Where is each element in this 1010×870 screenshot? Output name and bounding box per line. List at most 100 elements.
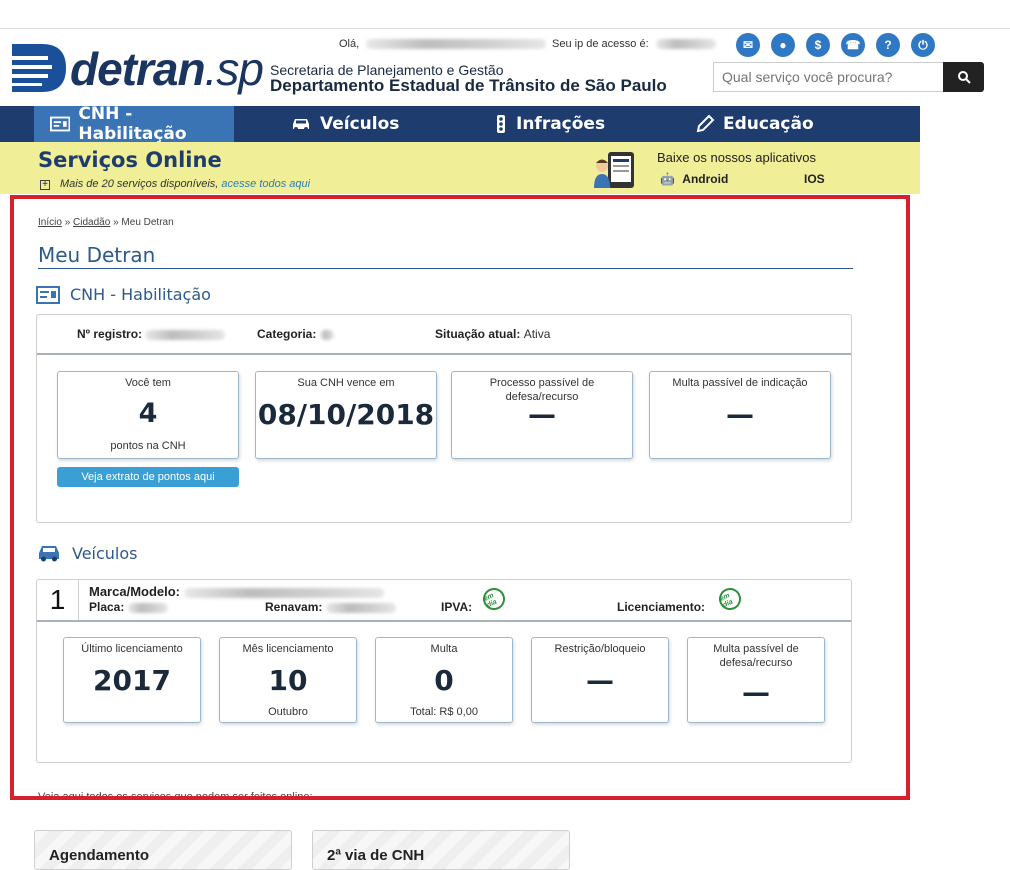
redacted-marca bbox=[183, 587, 384, 598]
header-icon-bar: ✉ ● $ ☎ ? ⏻ bbox=[736, 33, 935, 57]
envelope-icon[interactable]: ✉ bbox=[736, 33, 760, 57]
ultimo-licenciamento-card: Último licenciamento 2017 bbox=[63, 637, 201, 723]
coin-icon[interactable]: $ bbox=[806, 33, 830, 57]
services-footnote: Veja aqui todos os serviços que podem se… bbox=[38, 791, 313, 800]
car-icon bbox=[293, 119, 309, 131]
cnh-section-title: CNH - Habilitação bbox=[70, 285, 211, 304]
id-card-icon bbox=[50, 116, 71, 132]
veiculo-panel: 1 Marca/Modelo: Placa: Renavam: IPVA: em… bbox=[36, 579, 852, 763]
search-input[interactable] bbox=[713, 62, 943, 92]
restricao-card: Restrição/bloqueio — bbox=[531, 637, 669, 723]
search-icon bbox=[957, 71, 971, 84]
ultimo-licenciamento-value: 2017 bbox=[93, 664, 171, 697]
vencimento-caption: Sua CNH vence em bbox=[297, 377, 395, 389]
segunda-via-cnh-card[interactable]: 2ª via de CNH bbox=[312, 830, 570, 870]
restricao-caption: Restrição/bloqueio bbox=[554, 643, 646, 655]
pencil-icon bbox=[696, 114, 715, 133]
detran-logo[interactable]: detran.sp bbox=[8, 38, 264, 100]
tab-infracoes-label: Infrações bbox=[516, 114, 606, 134]
tab-cnh[interactable]: CNH - Habilitação bbox=[34, 104, 234, 144]
segunda-via-cnh-label: 2ª via de CNH bbox=[327, 847, 425, 864]
licenciamento-em-dia-badge: em dia bbox=[715, 584, 745, 614]
mes-licenciamento-value: 10 bbox=[268, 664, 308, 697]
power-icon[interactable]: ⏻ bbox=[911, 33, 935, 57]
multa-value: 0 bbox=[434, 664, 454, 697]
mes-licenciamento-footer: Outubro bbox=[268, 706, 308, 718]
tab-infracoes[interactable]: Infrações bbox=[494, 106, 605, 142]
processo-card: Processo passível de defesa/recurso — bbox=[451, 371, 633, 459]
categoria-field: Categoria: bbox=[257, 327, 334, 341]
licenciamento-field: Licenciamento: bbox=[617, 600, 706, 614]
greeting: Olá, bbox=[339, 38, 547, 50]
pontos-card: Você tem 4 pontos na CNH bbox=[57, 371, 239, 459]
ipva-em-dia-badge: em dia bbox=[479, 584, 509, 614]
phone-icon[interactable]: ☎ bbox=[841, 33, 865, 57]
top-divider bbox=[0, 28, 1010, 29]
multa-indicacao-value: — bbox=[726, 398, 754, 431]
redacted-placa bbox=[127, 602, 168, 613]
registro-field: Nº registro: bbox=[77, 327, 226, 341]
cnh-info-row: Nº registro: Categoria: Situação atual: … bbox=[37, 315, 851, 355]
detran-logo-mark-icon bbox=[8, 44, 66, 92]
multa-defesa-value: — bbox=[742, 676, 770, 709]
tab-educacao-label: Educação bbox=[723, 114, 814, 134]
tab-veiculos-label: Veículos bbox=[320, 114, 400, 134]
vencimento-value: 08/10/2018 bbox=[257, 398, 435, 431]
veiculos-section-title: Veículos bbox=[72, 543, 138, 563]
processo-value: — bbox=[528, 398, 556, 431]
extrato-pontos-button[interactable]: Veja extrato de pontos aqui bbox=[57, 467, 239, 487]
services-title: Serviços Online bbox=[38, 148, 222, 172]
renavam-field: Renavam: bbox=[265, 600, 396, 614]
placa-field: Placa: bbox=[89, 600, 168, 614]
mes-licenciamento-caption: Mês licenciamento bbox=[242, 643, 334, 655]
breadcrumb-cidadao[interactable]: Cidadão bbox=[73, 217, 110, 228]
veiculos-section-heading: Veículos bbox=[36, 543, 138, 563]
mes-licenciamento-card: Mês licenciamento 10 Outubro bbox=[219, 637, 357, 723]
ios-link[interactable]: IOS bbox=[800, 172, 825, 186]
breadcrumb-current: Meu Detran bbox=[121, 217, 174, 228]
main-nav: CNH - Habilitação Veículos Infrações Edu… bbox=[0, 104, 920, 144]
pontos-caption: Você tem bbox=[125, 377, 171, 389]
apps-title: Baixe os nossos aplicativos bbox=[657, 150, 816, 165]
agendamento-card[interactable]: Agendamento bbox=[34, 830, 292, 870]
multa-footer: Total: R$ 0,00 bbox=[410, 706, 478, 718]
redacted-ip bbox=[655, 39, 716, 50]
ipva-field: IPVA: bbox=[441, 600, 473, 614]
situacao-field: Situação atual: Ativa bbox=[435, 327, 551, 341]
pontos-value: 4 bbox=[138, 398, 158, 429]
meu-detran-panel: Início » Cidadão » Meu Detran Meu Detran… bbox=[10, 195, 910, 800]
cnh-panel: Nº registro: Categoria: Situação atual: … bbox=[36, 314, 852, 523]
redacted-renavam bbox=[325, 602, 396, 613]
services-band: Serviços Online + Mais de 20 serviços di… bbox=[0, 142, 920, 194]
logo-wordmark: detran.sp bbox=[70, 43, 264, 95]
page-title: Meu Detran bbox=[38, 243, 156, 267]
cnh-section-heading: CNH - Habilitação bbox=[36, 285, 211, 304]
tab-educacao[interactable]: Educação bbox=[695, 106, 814, 142]
car-icon bbox=[39, 546, 59, 562]
veiculo-info-row: 1 Marca/Modelo: Placa: Renavam: IPVA: em… bbox=[37, 580, 851, 622]
ultimo-licenciamento-caption: Último licenciamento bbox=[81, 643, 183, 655]
multa-defesa-caption: Multa passível de defesa/recurso bbox=[713, 643, 799, 669]
departamento-text: Departamento Estadual de Trânsito de São… bbox=[270, 76, 667, 95]
multa-indicacao-card: Multa passível de indicação — bbox=[649, 371, 831, 459]
search-button[interactable] bbox=[943, 62, 984, 92]
all-services-link[interactable]: acesse todos aqui bbox=[221, 178, 310, 190]
agendamento-label: Agendamento bbox=[49, 847, 150, 864]
multa-defesa-card: Multa passível de defesa/recurso — bbox=[687, 637, 825, 723]
user-icon[interactable]: ● bbox=[771, 33, 795, 57]
multa-card: Multa 0 Total: R$ 0,00 bbox=[375, 637, 513, 723]
marca-field: Marca/Modelo: bbox=[89, 584, 384, 599]
title-divider bbox=[38, 268, 853, 269]
multa-indicacao-caption: Multa passível de indicação bbox=[672, 377, 808, 389]
breadcrumb-inicio[interactable]: Início bbox=[38, 217, 62, 228]
services-subtitle: Mais de 20 serviços disponíveis, acesse … bbox=[60, 178, 311, 190]
pontos-footer: pontos na CNH bbox=[110, 440, 186, 452]
android-link[interactable]: 🤖 Android bbox=[660, 172, 728, 186]
tab-veiculos[interactable]: Veículos bbox=[290, 106, 399, 142]
plus-icon[interactable]: + bbox=[40, 180, 50, 190]
id-card-icon bbox=[36, 285, 60, 304]
tab-cnh-label: CNH - Habilitação bbox=[78, 104, 187, 144]
breadcrumb: Início » Cidadão » Meu Detran bbox=[38, 217, 174, 228]
multa-caption: Multa bbox=[430, 643, 458, 655]
help-icon[interactable]: ? bbox=[876, 33, 900, 57]
